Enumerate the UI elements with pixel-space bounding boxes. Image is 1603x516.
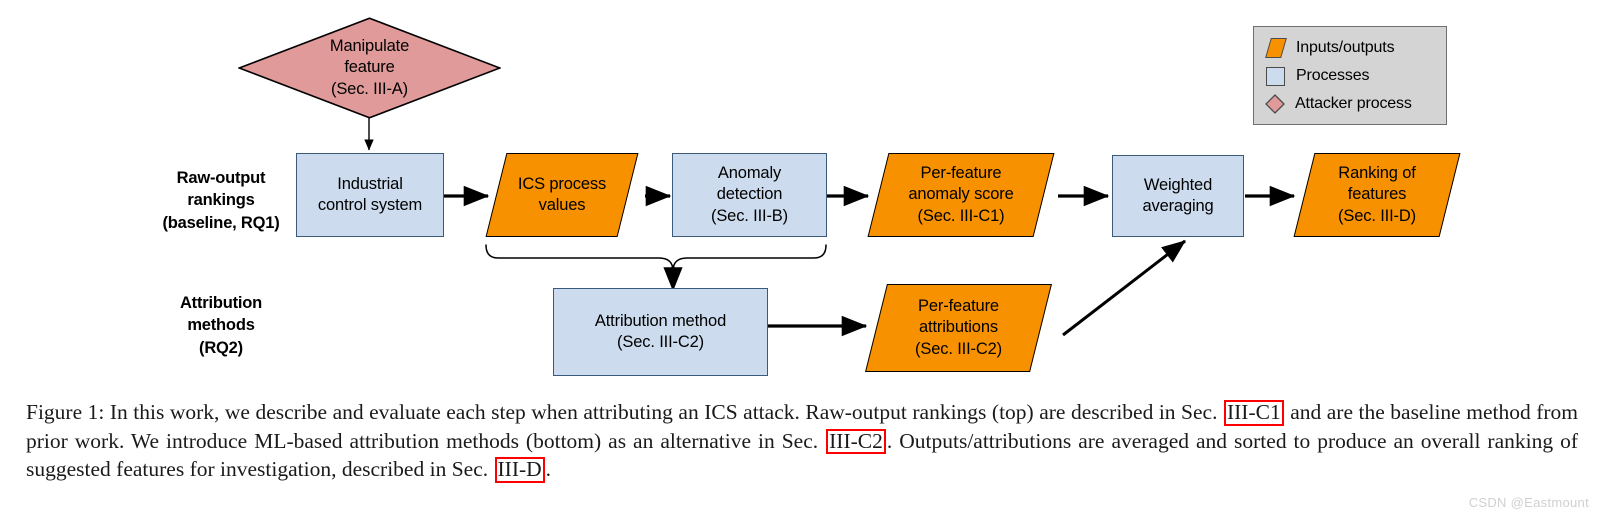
node-label-line: (Sec. III-C1) xyxy=(917,206,1005,225)
node-label: Manipulate feature (Sec. III-A) xyxy=(238,17,501,119)
node-label-line: Weighted xyxy=(1143,175,1213,194)
node-ics-process-values[interactable]: ICS process values xyxy=(485,153,639,237)
legend-item-attacker-process: Attacker process xyxy=(1265,90,1446,118)
row-label-line: rankings xyxy=(187,191,255,210)
node-label: ICS process values xyxy=(496,153,628,237)
node-label-line: Per-feature xyxy=(920,163,1002,182)
legend-item-label: Processes xyxy=(1296,67,1370,84)
node-industrial-control-system[interactable]: Industrial control system xyxy=(296,153,444,237)
legend-item-label: Attacker process xyxy=(1295,95,1412,112)
node-label-line: feature xyxy=(344,58,395,77)
node-label-line: (Sec. III-C2) xyxy=(915,339,1002,358)
node-label: Per-feature anomaly score (Sec. III-C1) xyxy=(878,153,1044,237)
row-label-line: (baseline, RQ1) xyxy=(162,213,280,232)
node-label-line: Attribution method xyxy=(594,311,727,330)
node-label: Per-feature attributions (Sec. III-C2) xyxy=(876,284,1041,372)
legend-item-inputs-outputs: Inputs/outputs xyxy=(1265,34,1446,62)
node-label-line: anomaly score xyxy=(908,185,1014,204)
node-label-line: Anomaly xyxy=(717,163,782,182)
node-label-line: Manipulate xyxy=(329,36,410,55)
node-label-line: Industrial xyxy=(337,174,403,193)
node-label-line: (Sec. III-C2) xyxy=(617,333,704,351)
caption-section-reference: III-C1 xyxy=(1223,400,1284,426)
node-label-line: averaging xyxy=(1142,197,1214,215)
node-label-line: features xyxy=(1347,185,1407,204)
node-label-line: ICS process xyxy=(517,174,607,193)
row-label-raw-output-rankings: Raw-output rankings (baseline, RQ1) xyxy=(146,167,296,234)
diamond-swatch-icon xyxy=(1265,94,1285,114)
caption-section-reference: III-C2 xyxy=(826,428,886,455)
row-label-line: (RQ2) xyxy=(199,338,243,357)
row-label-line: methods xyxy=(187,316,255,335)
node-label-line: Per-feature xyxy=(918,296,999,315)
caption-text-run: Figure 1: In this work, we describe and … xyxy=(26,400,1223,424)
row-label-attribution-methods: Attribution methods (RQ2) xyxy=(146,292,296,359)
node-label: Ranking of features (Sec. III-D) xyxy=(1304,153,1450,237)
node-weighted-averaging[interactable]: Weighted averaging xyxy=(1112,155,1244,237)
node-attribution-method[interactable]: Attribution method (Sec. III-C2) xyxy=(553,288,768,376)
node-ranking-of-features[interactable]: Ranking of features (Sec. III-D) xyxy=(1293,153,1461,237)
node-label-line: control system xyxy=(317,196,423,214)
node-per-feature-attributions[interactable]: Per-feature attributions (Sec. III-C2) xyxy=(865,284,1052,372)
node-label-line: (Sec. III-A) xyxy=(330,79,409,98)
node-label-line: (Sec. III-B) xyxy=(710,206,789,225)
node-label-line: detection xyxy=(716,185,783,204)
flowchart-diagram: Raw-output rankings (baseline, RQ1) Attr… xyxy=(0,0,1603,392)
legend-item-label: Inputs/outputs xyxy=(1296,39,1395,56)
node-manipulate-feature[interactable]: Manipulate feature (Sec. III-A) xyxy=(238,17,501,119)
caption-text-run: . xyxy=(545,457,552,482)
row-label-line: Attribution xyxy=(179,294,263,312)
node-anomaly-detection[interactable]: Anomaly detection (Sec. III-B) xyxy=(672,153,827,237)
brace-to-attribution-method xyxy=(485,244,827,272)
caption-section-reference: III-D xyxy=(494,457,545,483)
parallelogram-swatch-icon xyxy=(1265,38,1287,58)
node-label-line: attributions xyxy=(919,318,998,337)
row-label-line: Raw-output xyxy=(176,169,266,187)
node-label-line: Ranking of xyxy=(1338,163,1416,182)
square-swatch-icon xyxy=(1266,66,1285,86)
figure-1: Raw-output rankings (baseline, RQ1) Attr… xyxy=(0,0,1603,516)
node-per-feature-anomaly-score[interactable]: Per-feature anomaly score (Sec. III-C1) xyxy=(867,153,1055,237)
legend-panel: Inputs/outputs Processes Attacker proces… xyxy=(1253,26,1447,125)
node-label-line: values xyxy=(538,196,586,214)
figure-caption: Figure 1: In this work, we describe and … xyxy=(26,398,1578,484)
node-label-line: (Sec. III-D) xyxy=(1338,206,1416,225)
watermark-label: CSDN @Eastmount xyxy=(1468,495,1589,510)
arrow-perfeature-to-weighted xyxy=(1062,239,1186,337)
legend-item-processes: Processes xyxy=(1265,62,1446,90)
